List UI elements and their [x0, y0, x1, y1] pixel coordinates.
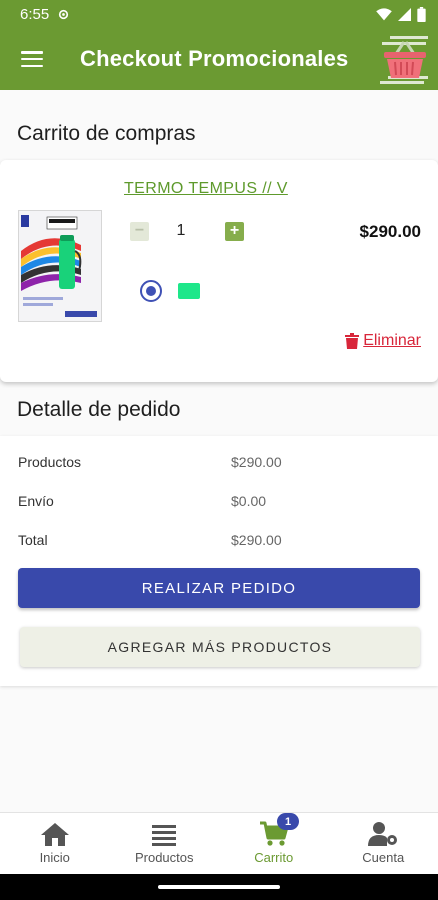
quantity-decrease-button[interactable]: −	[130, 222, 149, 241]
products-label: Productos	[18, 454, 82, 470]
wifi-icon	[376, 7, 392, 20]
user-settings-icon	[368, 822, 398, 846]
products-value: $290.00	[231, 454, 282, 470]
total-value: $290.00	[231, 532, 282, 548]
quantity-increase-button[interactable]: +	[225, 222, 244, 241]
total-label: Total	[18, 532, 48, 548]
trash-icon	[345, 333, 360, 349]
status-time: 6:55	[20, 5, 50, 23]
home-gesture-pill[interactable]	[158, 885, 280, 889]
nav-label-productos: Productos	[134, 850, 194, 865]
settings-gear-icon	[59, 9, 69, 19]
list-icon	[152, 825, 177, 846]
cart-count-badge: 1	[277, 813, 300, 830]
nav-item-inicio[interactable]: Inicio	[0, 813, 110, 874]
quantity-value: 1	[176, 222, 186, 239]
app-title: Checkout Promocionales	[80, 46, 349, 71]
product-name-link[interactable]: TERMO TEMPUS // V	[124, 180, 288, 198]
nav-item-productos[interactable]: Productos	[110, 813, 220, 874]
cart-section-title: Carrito de compras	[17, 122, 196, 145]
order-detail-card: Productos $290.00 Envío $0.00 Total $290…	[0, 436, 438, 686]
add-more-products-button[interactable]: AGREGAR MÁS PRODUCTOS	[20, 627, 420, 667]
shipping-label: Envío	[18, 493, 54, 509]
item-price: $290.00	[359, 222, 421, 241]
nav-item-carrito[interactable]: 1 Carrito	[219, 813, 329, 874]
shopping-basket-icon	[380, 36, 428, 84]
nav-item-cuenta[interactable]: Cuenta	[329, 813, 438, 874]
nav-label-carrito: Carrito	[254, 850, 294, 865]
thermos-product-image[interactable]	[18, 210, 102, 322]
place-order-button[interactable]: REALIZAR PEDIDO	[18, 568, 420, 608]
main-content: Carrito de compras TERMO TEMPUS // V − 1…	[0, 90, 438, 812]
app-bar: Checkout Promocionales	[0, 28, 438, 90]
cart-item-card: TERMO TEMPUS // V − 1 + $290.00 Eliminar	[0, 160, 438, 382]
nav-label-cuenta: Cuenta	[362, 850, 405, 865]
signal-icon	[398, 7, 411, 21]
hamburger-menu-icon[interactable]	[0, 28, 64, 90]
status-bar: 6:55	[0, 0, 438, 28]
home-icon	[40, 823, 69, 846]
delete-label: Eliminar	[363, 332, 421, 349]
order-detail-title: Detalle de pedido	[17, 398, 181, 421]
bottom-navigation: Inicio Productos 1 Carrito Cuenta	[0, 812, 438, 874]
color-swatch	[178, 283, 200, 299]
battery-icon	[417, 6, 426, 22]
color-radio-button[interactable]	[140, 280, 162, 302]
delete-item-button[interactable]: Eliminar	[345, 332, 421, 350]
shipping-value: $0.00	[231, 493, 267, 509]
system-navigation-bar	[0, 874, 438, 900]
nav-label-inicio: Inicio	[39, 850, 70, 865]
